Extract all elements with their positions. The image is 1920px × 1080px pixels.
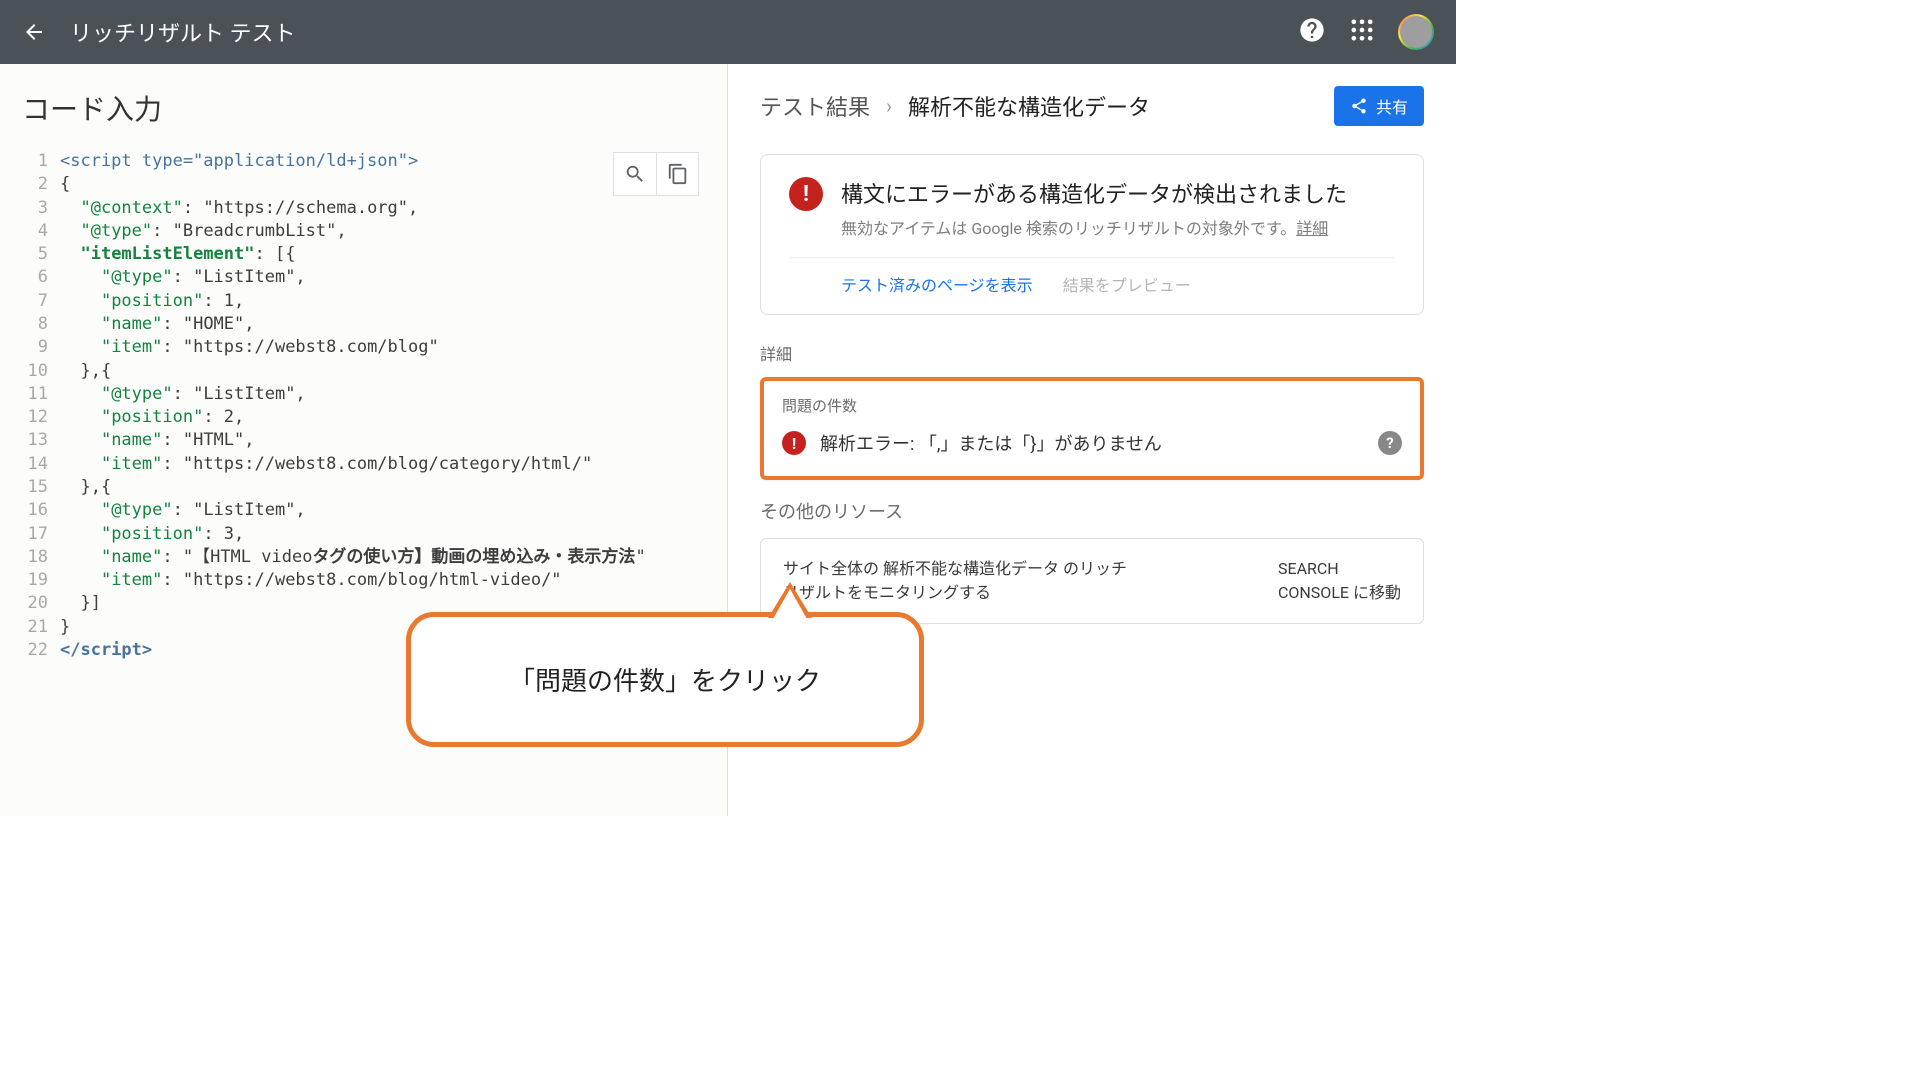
- error-title: 構文にエラーがある構造化データが検出されました: [841, 177, 1347, 209]
- code-line: 5 "itemListElement": [{: [22, 243, 705, 266]
- callout-text: 「問題の件数」をクリック: [406, 612, 924, 747]
- details-link[interactable]: 詳細: [1296, 219, 1328, 238]
- copy-icon[interactable]: [656, 153, 698, 195]
- preview-results-link: 結果をプレビュー: [1063, 272, 1191, 296]
- code-line: 7 "position": 1,: [22, 290, 705, 313]
- error-summary-card: ! 構文にエラーがある構造化データが検出されました 無効なアイテムは Googl…: [760, 154, 1424, 315]
- share-label: 共有: [1376, 94, 1408, 118]
- back-icon[interactable]: [22, 20, 46, 44]
- code-line: 3 "@context": "https://schema.org",: [22, 197, 705, 220]
- annotation-callout: 「問題の件数」をクリック: [406, 612, 924, 747]
- error-icon: !: [782, 431, 806, 455]
- code-line: 1<script type="application/ld+json">: [22, 150, 705, 173]
- help-icon[interactable]: ?: [1378, 431, 1402, 455]
- code-line: 19 "item": "https://webst8.com/blog/html…: [22, 569, 705, 592]
- code-line: 6 "@type": "ListItem",: [22, 266, 705, 289]
- code-line: 11 "@type": "ListItem",: [22, 383, 705, 406]
- help-icon[interactable]: [1298, 16, 1326, 48]
- issue-text: 解析エラー: 「,」または「}」がありません: [820, 430, 1364, 456]
- other-resources-heading: その他のリソース: [760, 498, 1424, 524]
- app-title: リッチリザルト テスト: [70, 16, 1276, 48]
- code-line: 9 "item": "https://webst8.com/blog": [22, 336, 705, 359]
- issue-row[interactable]: ! 解析エラー: 「,」または「}」がありません ?: [782, 430, 1402, 456]
- chevron-right-icon: ›: [886, 94, 892, 118]
- code-line: 2{: [22, 173, 705, 196]
- code-line: 13 "name": "HTML",: [22, 429, 705, 452]
- code-line: 8 "name": "HOME",: [22, 313, 705, 336]
- code-line: 4 "@type": "BreadcrumbList",: [22, 220, 705, 243]
- code-line: 17 "position": 3,: [22, 523, 705, 546]
- code-input-title: コード入力: [22, 88, 705, 128]
- code-line: 16 "@type": "ListItem",: [22, 499, 705, 522]
- error-icon: !: [789, 177, 823, 211]
- breadcrumb: テスト結果 › 解析不能な構造化データ 共有: [760, 86, 1424, 126]
- monitor-card-text: サイト全体の 解析不能な構造化データ のリッチ リザルトをモニタリングする: [783, 557, 1127, 605]
- error-subtitle: 無効なアイテムは Google 検索のリッチリザルトの対象外です。詳細: [841, 215, 1347, 239]
- code-line: 14 "item": "https://webst8.com/blog/cate…: [22, 453, 705, 476]
- breadcrumb-root[interactable]: テスト結果: [760, 90, 870, 122]
- breadcrumb-current: 解析不能な構造化データ: [908, 90, 1334, 122]
- share-button[interactable]: 共有: [1334, 86, 1424, 126]
- issues-box[interactable]: 問題の件数 ! 解析エラー: 「,」または「}」がありません ?: [760, 377, 1424, 480]
- code-line: 12 "position": 2,: [22, 406, 705, 429]
- apps-icon[interactable]: [1348, 16, 1376, 48]
- issues-count-label: 問題の件数: [782, 395, 1402, 416]
- code-editor[interactable]: 1<script type="application/ld+json">2{3 …: [22, 150, 705, 662]
- app-header: リッチリザルト テスト: [0, 0, 1456, 64]
- search-icon[interactable]: [614, 153, 656, 195]
- details-heading: 詳細: [760, 341, 1424, 365]
- code-line: 10 },{: [22, 360, 705, 383]
- code-line: 18 "name": "【HTML videoタグの使い方】動画の埋め込み・表示…: [22, 546, 705, 569]
- code-line: 15 },{: [22, 476, 705, 499]
- code-toolbar: [613, 152, 699, 196]
- view-tested-page-link[interactable]: テスト済みのページを表示: [841, 272, 1033, 296]
- monitor-card-action: SEARCH CONSOLE に移動: [1278, 557, 1401, 605]
- avatar[interactable]: [1398, 14, 1434, 50]
